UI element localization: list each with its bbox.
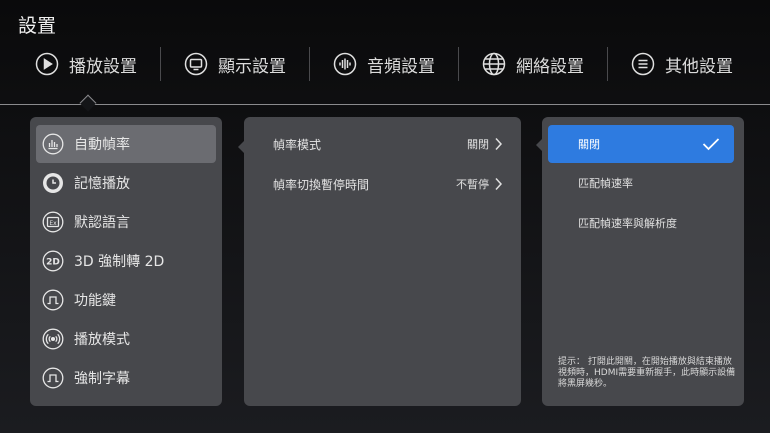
- setting-value-group: 不暫停: [456, 176, 503, 192]
- svg-text:Ex: Ex: [49, 220, 57, 227]
- audio-wave-icon: [333, 52, 357, 76]
- menu-item-label: 播放模式: [74, 332, 130, 348]
- category-menu-panel: 自動幀率 記憶播放 Ex 默認語言 2D 3D 強制轉 2D 功能鍵 播放模式: [30, 117, 222, 406]
- hint-text: 提示： 打開此開關，在開始播放與結束播放視頻時，HDMI需要重新握手，此時顯示設…: [558, 357, 736, 389]
- settings-tabs: 播放設置 顯示設置 音頻設置 網絡設置 其他設置: [12, 44, 762, 84]
- menu-item-function-key[interactable]: 功能鍵: [36, 281, 216, 319]
- tab-label: 音頻設置: [367, 56, 435, 77]
- menu-item-label: 3D 強制轉 2D: [74, 254, 165, 270]
- menu-item-auto-frame-rate[interactable]: 自動幀率: [36, 125, 216, 163]
- tab-underline: [0, 104, 770, 105]
- play-circle-icon: [35, 52, 59, 76]
- option-match-frame-rate-and-resolution[interactable]: 匹配幀速率與解析度: [548, 204, 734, 242]
- page-title: 設置: [18, 15, 57, 37]
- setting-frame-rate-mode[interactable]: 幀率模式 關閉: [273, 132, 503, 156]
- tab-other-settings[interactable]: 其他設置: [608, 44, 756, 84]
- menu-item-force-3d-to-2d[interactable]: 2D 3D 強制轉 2D: [36, 242, 216, 280]
- tab-label: 網絡設置: [516, 56, 584, 77]
- tab-playback-settings[interactable]: 播放設置: [12, 44, 160, 84]
- subtitle-icon: [42, 367, 64, 389]
- setting-label: 幀率切換暫停時間: [273, 177, 370, 192]
- menu-item-label: 默認語言: [74, 215, 130, 231]
- menu-item-playback-mode[interactable]: 播放模式: [36, 320, 216, 358]
- svg-text:2D: 2D: [46, 258, 60, 268]
- clock-icon: [42, 172, 64, 194]
- settings-detail-panel: 幀率模式 關閉 幀率切換暫停時間 不暫停: [238, 117, 521, 406]
- setting-value: 關閉: [467, 138, 489, 151]
- options-panel: 關閉 匹配幀速率 匹配幀速率與解析度 提示： 打開此開關，在開始播放與結束播放視…: [536, 117, 744, 406]
- tab-display-settings[interactable]: 顯示設置: [161, 44, 309, 84]
- pulse-key-icon: [42, 289, 64, 311]
- setting-label: 幀率模式: [273, 137, 322, 152]
- option-label: 匹配幀速率與解析度: [578, 217, 677, 230]
- menu-item-default-language[interactable]: Ex 默認語言: [36, 203, 216, 241]
- option-label: 關閉: [578, 138, 600, 151]
- option-label: 匹配幀速率: [578, 177, 633, 190]
- checkmark-icon: [702, 138, 720, 151]
- setting-value: 不暫停: [456, 178, 489, 191]
- broadcast-icon: [42, 328, 64, 350]
- menu-item-label: 自動幀率: [74, 137, 130, 153]
- option-off[interactable]: 關閉: [548, 125, 734, 163]
- menu-lines-icon: [631, 52, 655, 76]
- tab-network-settings[interactable]: 網絡設置: [459, 44, 607, 84]
- active-tab-indicator: [79, 94, 97, 112]
- tab-audio-settings[interactable]: 音頻設置: [310, 44, 458, 84]
- menu-item-label: 功能鍵: [74, 293, 116, 309]
- tab-label: 顯示設置: [218, 56, 286, 77]
- 2d-icon: 2D: [42, 250, 64, 272]
- bar-chart-icon: [42, 133, 64, 155]
- language-icon: Ex: [42, 211, 64, 233]
- tab-label: 其他設置: [665, 56, 733, 77]
- menu-item-resume-playback[interactable]: 記憶播放: [36, 164, 216, 202]
- menu-item-label: 強制字幕: [74, 371, 130, 387]
- chevron-right-icon: [495, 177, 503, 191]
- menu-item-force-subtitles[interactable]: 強制字幕: [36, 359, 216, 397]
- menu-item-label: 記憶播放: [74, 176, 130, 192]
- monitor-icon: [184, 52, 208, 76]
- setting-value-group: 關閉: [467, 136, 503, 152]
- tab-label: 播放設置: [69, 56, 137, 77]
- option-match-frame-rate[interactable]: 匹配幀速率: [548, 164, 734, 202]
- setting-frame-rate-switch-pause[interactable]: 幀率切換暫停時間 不暫停: [273, 172, 503, 196]
- chevron-right-icon: [495, 137, 503, 151]
- globe-icon: [482, 52, 506, 76]
